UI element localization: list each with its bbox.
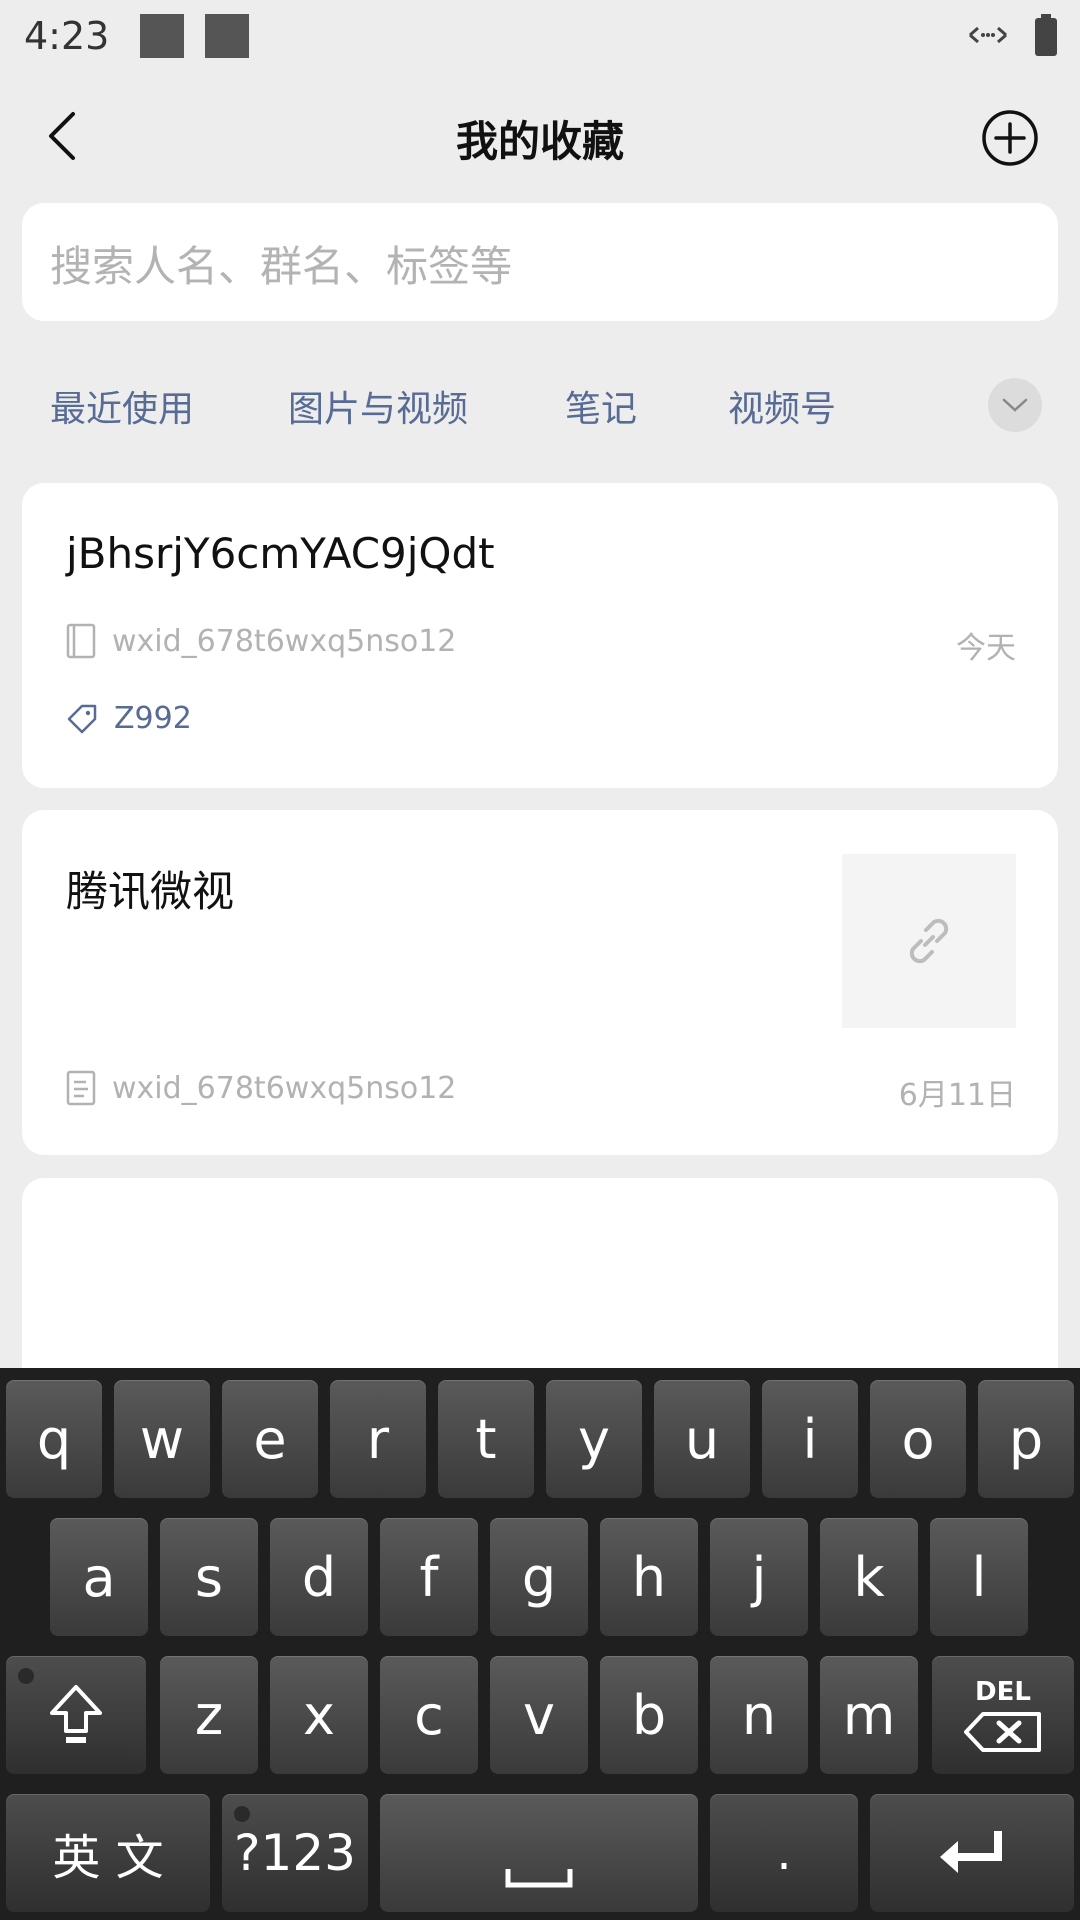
shift-arrow-icon (50, 1685, 102, 1743)
key-w[interactable]: w (114, 1380, 210, 1498)
key-d[interactable]: d (270, 1518, 368, 1636)
key-z[interactable]: z (160, 1656, 258, 1774)
status-time: 4:23 (24, 14, 110, 58)
category-tabs: 最近使用 图片与视频 笔记 视频号 (0, 370, 1080, 440)
symbols-key[interactable]: ?123 (222, 1794, 368, 1912)
tab-channels[interactable]: 视频号 (728, 380, 836, 432)
enter-arrow-icon (940, 1831, 1002, 1873)
favorite-date: 6月11日 (898, 1078, 1016, 1113)
search-input[interactable]: 搜索人名、群名、标签等 (22, 203, 1058, 321)
key-n[interactable]: n (710, 1656, 808, 1774)
favorite-source: wxid_678t6wxq5nso12 (112, 1070, 457, 1106)
key-q[interactable]: q (6, 1380, 102, 1498)
enter-key[interactable] (870, 1794, 1074, 1912)
favorite-item[interactable]: jBhsrjY6cmYAC9jQdt wxid_678t6wxq5nso12 今… (22, 483, 1058, 788)
favorite-source: wxid_678t6wxq5nso12 (112, 623, 457, 659)
key-r[interactable]: r (330, 1380, 426, 1498)
chevron-down-icon (1002, 398, 1028, 412)
tab-recent[interactable]: 最近使用 (50, 380, 194, 432)
data-transfer-icon (966, 20, 1010, 54)
add-button[interactable] (980, 108, 1040, 168)
key-o[interactable]: o (870, 1380, 966, 1498)
favorite-date: 今天 (956, 631, 1016, 666)
period-key[interactable]: . (710, 1794, 858, 1912)
notification-square-icon (140, 14, 184, 58)
status-bar: 4:23 (0, 0, 1080, 76)
shift-key[interactable] (6, 1656, 146, 1774)
note-icon (66, 623, 96, 659)
backspace-icon (964, 1712, 1041, 1752)
space-bar-icon (505, 1869, 573, 1888)
key-y[interactable]: y (546, 1380, 642, 1498)
symbols-key-label: ?123 (234, 1824, 356, 1882)
key-j[interactable]: j (710, 1518, 808, 1636)
favorite-meta: wxid_678t6wxq5nso12 (66, 623, 456, 659)
key-m[interactable]: m (820, 1656, 918, 1774)
key-b[interactable]: b (600, 1656, 698, 1774)
favorite-meta: wxid_678t6wxq5nso12 (66, 1070, 456, 1106)
notification-square-icon (205, 14, 249, 58)
link-icon (909, 918, 949, 964)
tag-label: Z992 (114, 701, 192, 736)
key-c[interactable]: c (380, 1656, 478, 1774)
battery-icon (1034, 14, 1058, 60)
language-switch-key[interactable]: 英 文 (6, 1794, 210, 1912)
tab-notes[interactable]: 笔记 (565, 380, 637, 432)
favorite-title: 腾讯微视 (66, 867, 235, 916)
key-i[interactable]: i (762, 1380, 858, 1498)
key-h[interactable]: h (600, 1518, 698, 1636)
key-t[interactable]: t (438, 1380, 534, 1498)
key-g[interactable]: g (490, 1518, 588, 1636)
delete-key[interactable]: DEL (932, 1656, 1074, 1774)
header: 我的收藏 (0, 80, 1080, 200)
space-key[interactable] (380, 1794, 698, 1912)
tag-icon (67, 704, 97, 733)
favorite-item[interactable]: 腾讯微视 wxid_678t6wxq5nso12 6月11日 (22, 810, 1058, 1155)
soft-keyboard: q w e r t y u i o p a s d f g h j k l z … (0, 1368, 1080, 1920)
key-l[interactable]: l (930, 1518, 1028, 1636)
tabs-expand-button[interactable] (988, 378, 1042, 432)
add-circle-icon (982, 110, 1038, 166)
tab-images-videos[interactable]: 图片与视频 (288, 380, 468, 432)
favorite-title: jBhsrjY6cmYAC9jQdt (66, 529, 495, 578)
favorite-tag[interactable]: Z992 (66, 701, 192, 736)
key-k[interactable]: k (820, 1518, 918, 1636)
delete-key-label: DEL (975, 1677, 1031, 1707)
key-p[interactable]: p (978, 1380, 1074, 1498)
search-placeholder: 搜索人名、群名、标签等 (50, 242, 513, 291)
key-e[interactable]: e (222, 1380, 318, 1498)
link-thumbnail (842, 854, 1016, 1028)
document-icon (66, 1070, 96, 1106)
key-f[interactable]: f (380, 1518, 478, 1636)
page-title: 我的收藏 (455, 117, 624, 166)
key-s[interactable]: s (160, 1518, 258, 1636)
key-u[interactable]: u (654, 1380, 750, 1498)
key-a[interactable]: a (50, 1518, 148, 1636)
key-v[interactable]: v (490, 1656, 588, 1774)
key-x[interactable]: x (270, 1656, 368, 1774)
